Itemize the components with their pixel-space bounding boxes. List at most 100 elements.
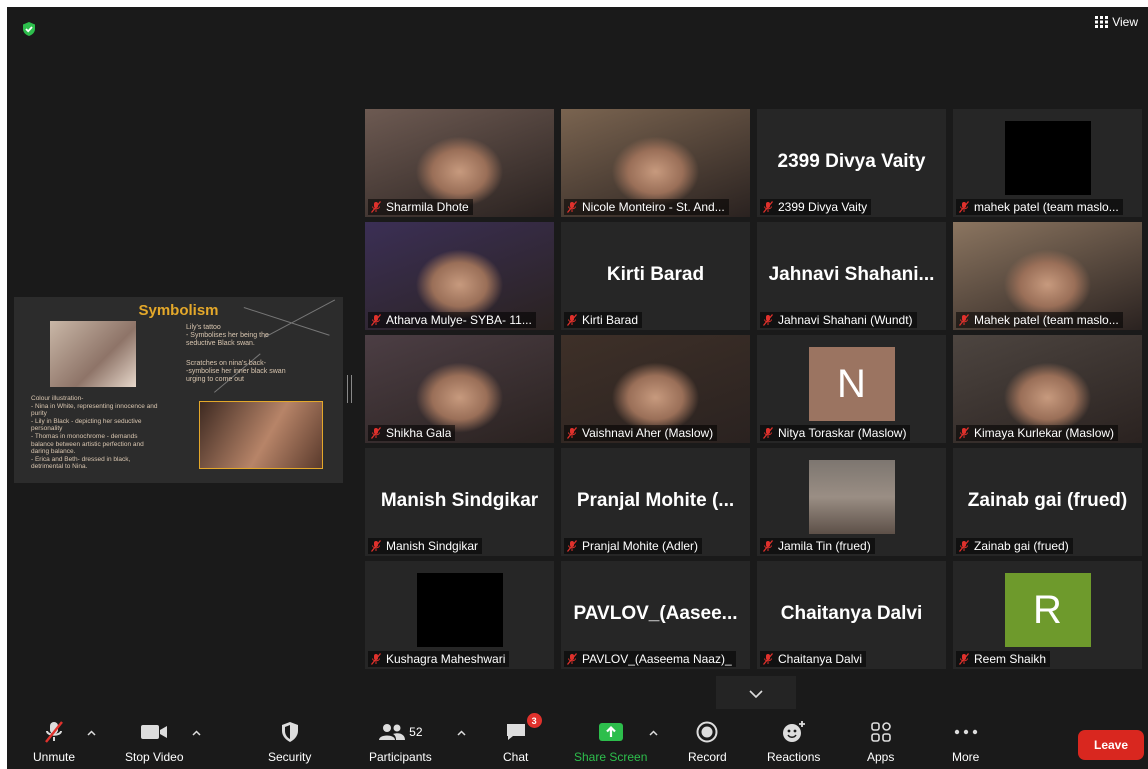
unmute-label: Unmute (33, 750, 76, 764)
participant-tile[interactable]: Kushagra Maheshwari (365, 561, 554, 669)
more-label: More (952, 750, 980, 764)
encryption-shield-icon[interactable] (21, 21, 37, 37)
security-button[interactable]: Security (268, 719, 311, 764)
participant-tile[interactable]: PAVLOV_(Aasee... PAVLOV_(Aaseema Naaz)_ (561, 561, 750, 669)
participant-name: PAVLOV_(Aaseema Naaz)_ (582, 652, 732, 666)
participant-name-label: Manish Sindgikar (368, 538, 483, 554)
participant-tile[interactable]: Manish Sindgikar Manish Sindgikar (365, 448, 554, 556)
more-button[interactable]: More (952, 719, 979, 764)
participant-name: Manish Sindgikar (386, 539, 479, 553)
participant-name: Reem Shaikh (974, 652, 1047, 666)
participant-name-label: Zainab gai (frued) (956, 538, 1073, 554)
participant-tile[interactable]: Jamila Tin (frued) (757, 448, 946, 556)
participant-display-name: Manish Sindgikar (380, 490, 539, 511)
participant-display-name: Chaitanya Dalvi (780, 603, 923, 624)
participant-tile[interactable]: N Nitya Toraskar (Maslow) (757, 335, 946, 443)
participant-name: Kushagra Maheshwari (386, 652, 506, 666)
participant-initial-avatar: R (1004, 573, 1091, 647)
chat-bubble-icon (506, 724, 525, 740)
participant-name-label: Kimaya Kurlekar (Maslow) (956, 425, 1119, 441)
stop-video-label: Stop Video (125, 750, 184, 764)
microphone-muted-icon (370, 653, 382, 665)
share-options-caret-icon[interactable] (649, 729, 658, 738)
participant-name: 2399 Divya Vaity (778, 200, 868, 214)
participant-video-off (1004, 121, 1091, 195)
participant-tile[interactable]: Vaishnavi Aher (Maslow) (561, 335, 750, 443)
participant-tile[interactable]: Nicole Monteiro - St. And... (561, 109, 750, 217)
participant-tile[interactable]: Kirti Barad Kirti Barad (561, 222, 750, 330)
participant-name-label: Shikha Gala (368, 425, 456, 441)
participant-tile[interactable]: Mahek patel (team maslo... (953, 222, 1142, 330)
view-label: View (1112, 15, 1138, 29)
participant-tile[interactable]: Zainab gai (frued) Zainab gai (frued) (953, 448, 1142, 556)
microphone-muted-icon (566, 201, 578, 213)
share-screen-label: Share Screen (574, 750, 648, 764)
participant-name-label: Vaishnavi Aher (Maslow) (564, 425, 718, 441)
smiley-plus-icon (782, 721, 805, 742)
stop-video-button[interactable]: Stop Video (125, 719, 184, 764)
participants-options-caret-icon[interactable] (457, 729, 466, 738)
view-button[interactable]: View (1095, 15, 1138, 29)
slide-tattoo-text: Lily's tattoo - Symbolises her being the… (186, 324, 269, 347)
participant-name: Pranjal Mohite (Adler) (582, 539, 699, 553)
microphone-muted-icon (958, 201, 970, 213)
share-screen-icon (598, 723, 623, 741)
slide-title: Symbolism (138, 302, 219, 319)
slide-image-back-scratches (199, 401, 323, 469)
participant-display-name: Kirti Barad (606, 264, 705, 285)
participants-label: Participants (369, 750, 432, 764)
participant-tile[interactable]: Pranjal Mohite (... Pranjal Mohite (Adler… (561, 448, 750, 556)
apps-label: Apps (867, 750, 895, 764)
participant-name-label: Nitya Toraskar (Maslow) (760, 425, 911, 441)
microphone-muted-icon (370, 540, 382, 552)
participant-name-label: Chaitanya Dalvi (760, 651, 867, 667)
participant-name: Sharmila Dhote (386, 200, 469, 214)
participant-initial-avatar: N (808, 347, 895, 421)
slide-image-dancers (50, 321, 136, 387)
unmute-button[interactable]: Unmute (33, 719, 75, 764)
meeting-controls-toolbar: Unmute Stop Video Security 52 Participan… (7, 709, 1148, 769)
participant-name-label: 2399 Divya Vaity (760, 199, 872, 215)
participants-button[interactable]: 52 Participants (369, 719, 432, 764)
participant-name-label: Jamila Tin (frued) (760, 538, 875, 554)
participant-name: Chaitanya Dalvi (778, 652, 863, 666)
shared-screen-presentation[interactable]: Symbolism Lily's tattoo - Symbolises her… (14, 297, 343, 483)
panel-resize-handle[interactable] (347, 375, 352, 403)
apps-button[interactable]: Apps (867, 719, 894, 764)
participant-tile[interactable]: Atharva Mulye- SYBA- 11... (365, 222, 554, 330)
slide-colour-text: Colour illustration- - Nina in White, re… (31, 395, 158, 471)
security-label: Security (268, 750, 312, 764)
participants-count: 52 (409, 725, 423, 739)
participant-name: Mahek patel (team maslo... (974, 313, 1119, 327)
share-screen-button[interactable]: Share Screen (574, 719, 647, 764)
participant-tile[interactable]: Jahnavi Shahani... Jahnavi Shahani (Wundt… (757, 222, 946, 330)
participant-profile-photo (808, 460, 895, 534)
participant-name-label: Jahnavi Shahani (Wundt) (760, 312, 917, 328)
participant-tile[interactable]: mahek patel (team maslo... (953, 109, 1142, 217)
reactions-button[interactable]: Reactions (767, 719, 820, 764)
microphone-muted-icon (370, 201, 382, 213)
record-icon (696, 721, 718, 743)
chat-button[interactable]: 3 Chat (503, 713, 542, 764)
participant-tile[interactable]: 2399 Divya Vaity 2399 Divya Vaity (757, 109, 946, 217)
audio-options-caret-icon[interactable] (87, 729, 96, 738)
collapse-gallery-button[interactable] (716, 676, 796, 711)
participant-tile[interactable]: R Reem Shaikh (953, 561, 1142, 669)
participant-video-off (416, 573, 503, 647)
participant-tile[interactable]: Shikha Gala (365, 335, 554, 443)
participant-tile[interactable]: Chaitanya Dalvi Chaitanya Dalvi (757, 561, 946, 669)
participant-tile[interactable]: Kimaya Kurlekar (Maslow) (953, 335, 1142, 443)
participant-name-label: Pranjal Mohite (Adler) (564, 538, 703, 554)
participant-name: Kimaya Kurlekar (Maslow) (974, 426, 1115, 440)
video-options-caret-icon[interactable] (192, 729, 201, 738)
leave-meeting-button[interactable]: Leave (1078, 730, 1144, 760)
record-button[interactable]: Record (688, 719, 727, 764)
participant-name: Jamila Tin (frued) (778, 539, 871, 553)
microphone-muted-icon (566, 653, 578, 665)
participant-name-label: Kirti Barad (564, 312, 643, 328)
slide-scratch-text: Scratches on nina's back- -symbolise her… (186, 360, 286, 383)
participants-icon (379, 724, 406, 740)
microphone-muted-icon (958, 314, 970, 326)
participant-tile[interactable]: Sharmila Dhote (365, 109, 554, 217)
chat-label: Chat (503, 750, 529, 764)
